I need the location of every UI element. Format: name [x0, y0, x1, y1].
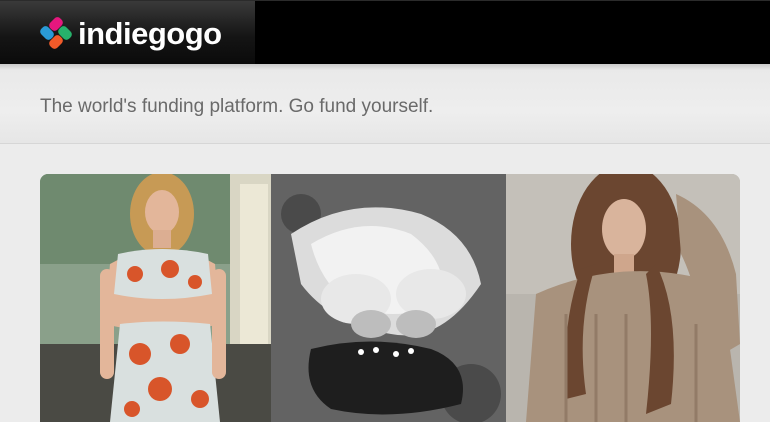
featured-image-gallery — [40, 174, 740, 422]
top-navigation-bar: indiegogo — [0, 0, 770, 65]
brand-logo-link[interactable]: indiegogo — [0, 1, 255, 65]
gallery-image-knit-sweater[interactable] — [506, 174, 740, 422]
indiegogo-logo-icon — [40, 17, 72, 49]
tagline-text: The world's funding platform. Go fund yo… — [40, 96, 434, 117]
gallery-image-floral-outfit[interactable] — [40, 174, 271, 422]
gallery-image-white-dresses[interactable] — [271, 174, 506, 422]
brand-name: indiegogo — [78, 15, 222, 51]
tagline-banner: The world's funding platform. Go fund yo… — [0, 64, 770, 144]
